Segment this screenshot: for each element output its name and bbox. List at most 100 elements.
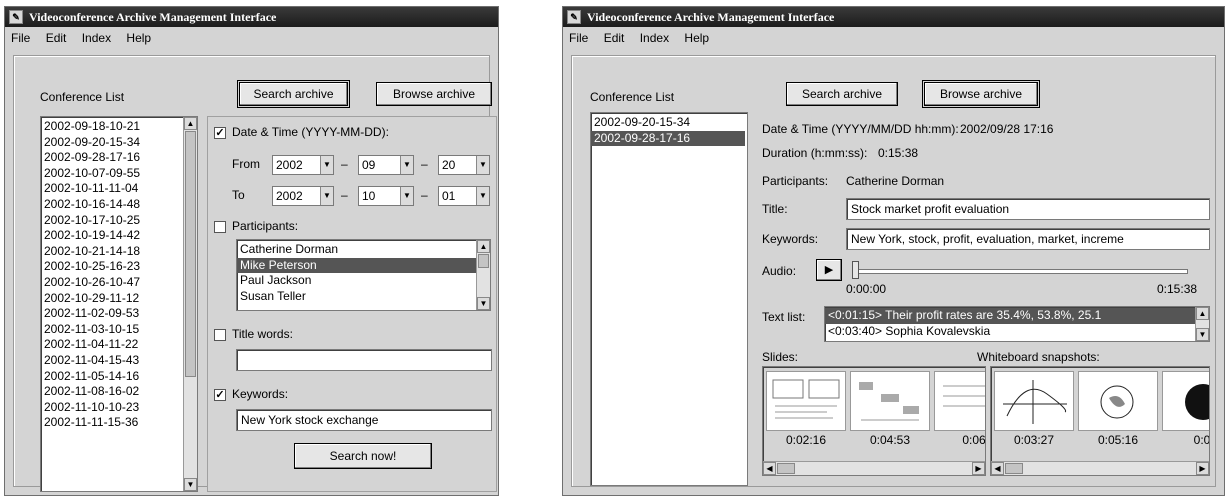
from-year-select[interactable]: 2002 ▼ bbox=[272, 155, 334, 175]
to-year-value: 2002 bbox=[276, 189, 303, 203]
conference-list-item[interactable]: 2002-11-04-11-22 bbox=[41, 337, 183, 353]
conference-list-item[interactable]: 2002-11-05-14-16 bbox=[41, 369, 183, 385]
whiteboard-thumbnail[interactable] bbox=[994, 371, 1074, 431]
chevron-down-icon[interactable]: ▼ bbox=[320, 156, 333, 174]
play-button[interactable]: ▶ bbox=[816, 259, 842, 281]
slide-thumbnail[interactable] bbox=[934, 371, 985, 431]
scroll-thumb[interactable] bbox=[777, 463, 795, 474]
scroll-right-icon[interactable]: ▶ bbox=[972, 462, 985, 475]
conference-list-item[interactable]: 2002-10-16-14-48 bbox=[41, 197, 183, 213]
conference-list-item[interactable]: 2002-09-20-15-34 bbox=[41, 135, 183, 151]
participants-checkbox[interactable] bbox=[214, 221, 226, 233]
scroll-left-icon[interactable]: ◀ bbox=[763, 462, 776, 475]
conference-list[interactable]: 2002-09-18-10-21 2002-09-20-15-34 2002-09-… bbox=[40, 116, 198, 492]
slides-strip[interactable]: 0:02:16 0:04:53 0:06 ◀ ▶ bbox=[762, 366, 986, 476]
scroll-up-icon[interactable]: ▲ bbox=[184, 117, 197, 130]
chevron-down-icon[interactable]: ▼ bbox=[400, 156, 413, 174]
menu-file[interactable]: File bbox=[569, 31, 588, 45]
chevron-down-icon[interactable]: ▼ bbox=[476, 156, 489, 174]
conference-list-item[interactable]: 2002-10-19-14-42 bbox=[41, 228, 183, 244]
conference-list-item[interactable]: 2002-09-18-10-21 bbox=[41, 119, 183, 135]
conference-list-item[interactable]: 2002-11-11-15-36 bbox=[41, 415, 183, 431]
conference-list-item[interactable]: 2002-10-25-16-23 bbox=[41, 259, 183, 275]
participant-list-item[interactable]: Paul Jackson bbox=[237, 273, 476, 289]
participant-list-item[interactable]: Mike Peterson bbox=[237, 257, 476, 274]
participant-list-item[interactable]: Susan Teller bbox=[237, 289, 476, 305]
slides-scrollbar[interactable]: ◀ ▶ bbox=[763, 461, 985, 475]
conference-list-item[interactable]: 2002-09-28-17-16 bbox=[41, 150, 183, 166]
scroll-thumb[interactable] bbox=[478, 254, 489, 268]
scroll-thumb[interactable] bbox=[185, 131, 196, 377]
chevron-down-icon[interactable]: ▼ bbox=[400, 187, 413, 205]
conference-list-item[interactable]: 2002-10-29-11-12 bbox=[41, 291, 183, 307]
menu-edit[interactable]: Edit bbox=[46, 31, 67, 45]
text-list-scrollbar[interactable]: ▲ ▼ bbox=[1195, 307, 1209, 341]
chevron-down-icon[interactable]: ▼ bbox=[476, 187, 489, 205]
conference-list-item[interactable]: 2002-09-28-17-16 bbox=[591, 130, 745, 147]
to-label: To bbox=[232, 188, 245, 202]
title-words-checkbox[interactable] bbox=[214, 329, 226, 341]
conference-list-item[interactable]: 2002-11-04-15-43 bbox=[41, 353, 183, 369]
conference-list-item[interactable]: 2002-11-02-09-53 bbox=[41, 306, 183, 322]
scroll-thumb[interactable] bbox=[1005, 463, 1023, 474]
to-month-select[interactable]: 10 ▼ bbox=[358, 186, 414, 206]
scroll-down-icon[interactable]: ▼ bbox=[1196, 328, 1209, 341]
conference-list-scrollbar[interactable]: ▲ ▼ bbox=[183, 117, 197, 491]
text-list[interactable]: <0:01:15> Their profit rates are 35.4%, … bbox=[824, 306, 1210, 342]
audio-slider-handle[interactable] bbox=[852, 261, 859, 279]
datetime-checkbox[interactable]: ✓ bbox=[214, 127, 226, 139]
participants-list[interactable]: Catherine Dorman Mike Peterson Paul Jackso… bbox=[236, 239, 491, 311]
scroll-right-icon[interactable]: ▶ bbox=[1196, 462, 1209, 475]
to-year-select[interactable]: 2002 ▼ bbox=[272, 186, 334, 206]
conference-list-item[interactable]: 2002-09-20-15-34 bbox=[591, 115, 745, 131]
menu-index[interactable]: Index bbox=[82, 31, 111, 45]
whiteboard-thumbnail[interactable] bbox=[1162, 371, 1209, 431]
scroll-up-icon[interactable]: ▲ bbox=[1196, 307, 1209, 320]
conference-list-item[interactable]: 2002-10-17-10-25 bbox=[41, 213, 183, 229]
search-now-button[interactable]: Search now! bbox=[294, 443, 432, 469]
to-day-select[interactable]: 01 ▼ bbox=[438, 186, 490, 206]
whiteboard-scrollbar[interactable]: ◀ ▶ bbox=[991, 461, 1209, 475]
whiteboard-strip[interactable]: 0:03:27 0:05:16 0:0 ◀ ▶ bbox=[990, 366, 1210, 476]
menu-help[interactable]: Help bbox=[126, 31, 151, 45]
conference-list[interactable]: 2002-09-20-15-34 2002-09-28-17-16 bbox=[590, 112, 748, 486]
keywords-input[interactable]: New York, stock, profit, evaluation, mar… bbox=[846, 228, 1210, 250]
search-archive-button[interactable]: Search archive bbox=[786, 82, 898, 106]
slide-thumbnail[interactable] bbox=[766, 371, 846, 431]
conference-list-item[interactable]: 2002-10-11-11-04 bbox=[41, 181, 183, 197]
scroll-up-icon[interactable]: ▲ bbox=[477, 240, 490, 253]
menu-edit[interactable]: Edit bbox=[604, 31, 625, 45]
conference-list-item[interactable]: 2002-11-08-16-02 bbox=[41, 384, 183, 400]
conference-list-item[interactable]: 2002-10-26-10-47 bbox=[41, 275, 183, 291]
menu-index[interactable]: Index bbox=[640, 31, 669, 45]
browse-archive-button[interactable]: Browse archive bbox=[922, 80, 1040, 108]
title-input[interactable]: Stock market profit evaluation bbox=[846, 198, 1210, 220]
chevron-down-icon[interactable]: ▼ bbox=[320, 187, 333, 205]
conference-list-item[interactable]: 2002-10-21-14-18 bbox=[41, 244, 183, 260]
conference-list-item[interactable]: 2002-10-07-09-55 bbox=[41, 166, 183, 182]
from-day-select[interactable]: 20 ▼ bbox=[438, 155, 490, 175]
scroll-down-icon[interactable]: ▼ bbox=[477, 297, 490, 310]
scroll-down-icon[interactable]: ▼ bbox=[184, 478, 197, 491]
slide-time: 0:06 bbox=[962, 433, 986, 447]
scroll-left-icon[interactable]: ◀ bbox=[991, 462, 1004, 475]
participants-scrollbar[interactable]: ▲ ▼ bbox=[476, 240, 490, 310]
whiteboard-thumbnail[interactable] bbox=[1078, 371, 1158, 431]
conference-list-item[interactable]: 2002-11-10-10-23 bbox=[41, 400, 183, 416]
whiteboard-image bbox=[1185, 384, 1209, 420]
title-words-input[interactable] bbox=[236, 349, 492, 371]
conference-list-item[interactable]: 2002-11-03-10-15 bbox=[41, 322, 183, 338]
keywords-input[interactable]: New York stock exchange bbox=[236, 409, 492, 431]
browse-archive-button[interactable]: Browse archive bbox=[376, 82, 492, 106]
slide-thumbnail[interactable] bbox=[850, 371, 930, 431]
audio-slider-track[interactable] bbox=[852, 269, 1188, 274]
keywords-checkbox[interactable]: ✓ bbox=[214, 389, 226, 401]
menu-file[interactable]: File bbox=[11, 31, 30, 45]
text-list-item[interactable]: <0:01:15> Their profit rates are 35.4%, … bbox=[825, 308, 1195, 324]
from-month-select[interactable]: 09 ▼ bbox=[358, 155, 414, 175]
search-archive-button[interactable]: Search archive bbox=[237, 80, 350, 108]
participant-list-item[interactable]: Catherine Dorman bbox=[237, 242, 476, 258]
text-list-item[interactable]: <0:03:40> Sophia Kovalevskia bbox=[825, 324, 1195, 340]
from-year-value: 2002 bbox=[276, 158, 303, 172]
menu-help[interactable]: Help bbox=[684, 31, 709, 45]
